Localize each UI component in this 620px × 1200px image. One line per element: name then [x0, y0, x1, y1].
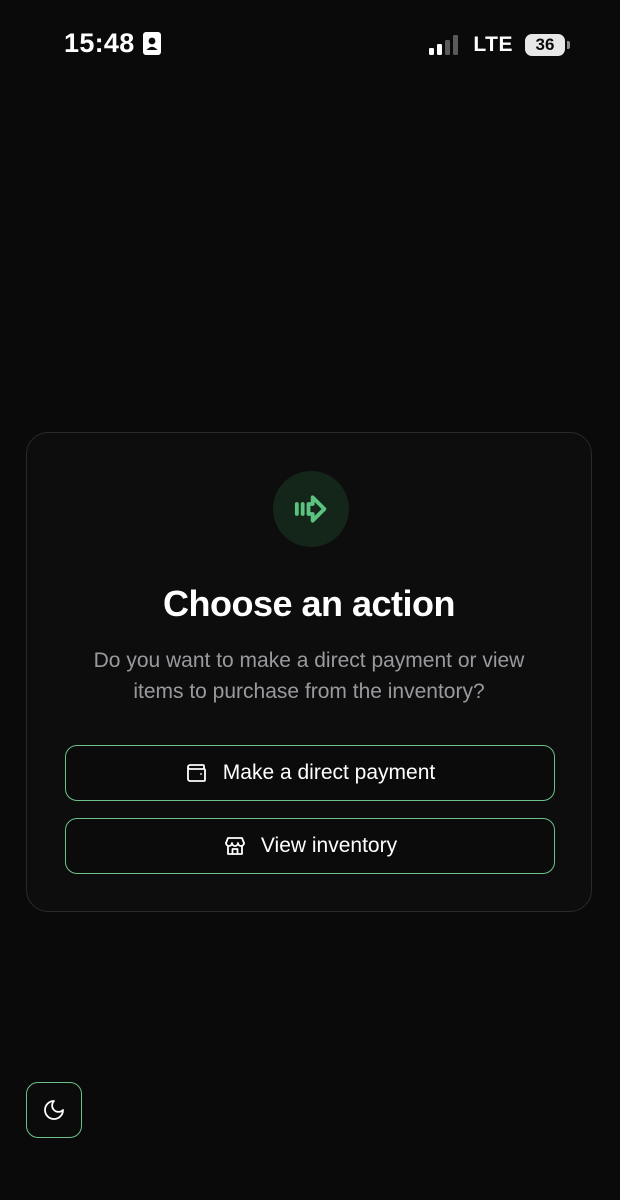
status-time: 15:48 — [64, 28, 135, 58]
direct-payment-label: Make a direct payment — [222, 761, 436, 784]
status-right: LTE 36 — [429, 33, 570, 57]
card-description: Do you want to make a direct payment or … — [93, 649, 525, 703]
action-card: Choose an action Do you want to make a d… — [26, 432, 592, 912]
cellular-signal-icon — [429, 35, 459, 55]
id-card-icon — [142, 32, 161, 55]
card-title: Choose an action — [162, 583, 456, 624]
wallet-icon — [186, 764, 206, 782]
status-bar: 15:48 LTE 36 — [0, 0, 620, 90]
battery-level: 36 — [525, 34, 565, 56]
theme-toggle-button[interactable] — [26, 1082, 82, 1138]
view-inventory-button[interactable]: View inventory — [65, 818, 555, 874]
status-time-group: 15:48 — [64, 28, 161, 59]
battery-cap — [567, 41, 570, 49]
store-icon — [225, 837, 245, 855]
battery-icon: 36 — [525, 34, 570, 56]
arrow-right-enter-icon — [273, 471, 349, 547]
direct-payment-button[interactable]: Make a direct payment — [65, 745, 555, 801]
network-label: LTE — [473, 33, 513, 56]
moon-icon — [44, 1100, 64, 1120]
view-inventory-label: View inventory — [260, 834, 398, 857]
screen: 15:48 LTE 36 Choose an action Do you wan… — [0, 0, 620, 1200]
